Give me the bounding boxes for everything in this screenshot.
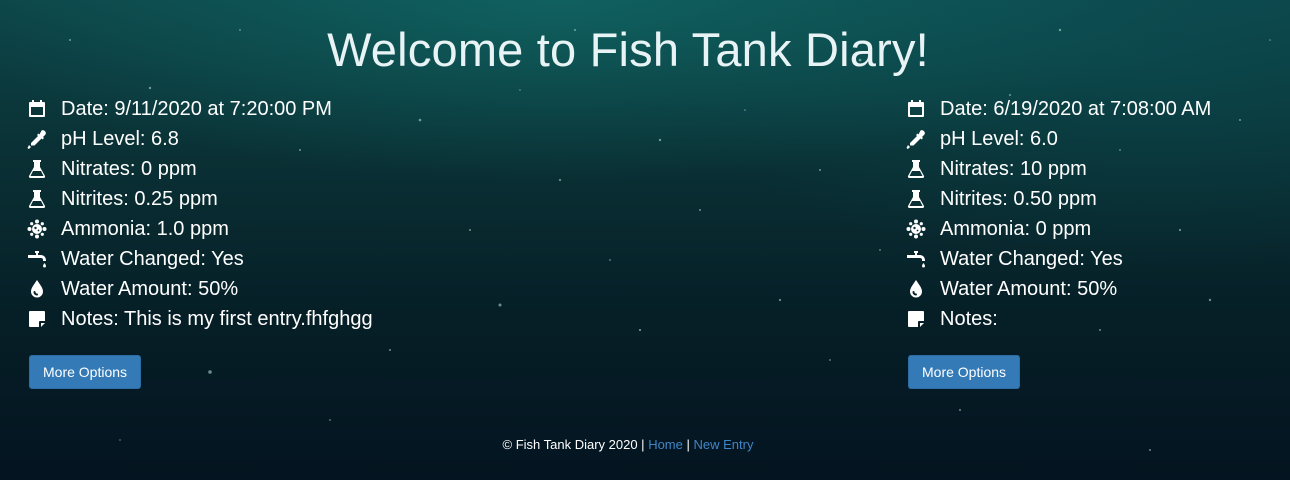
entry-water-changed-row: Water Changed: Yes	[26, 244, 373, 274]
entry-ph: pH Level: 6.0	[940, 127, 1058, 150]
eyedropper-icon	[905, 128, 927, 150]
entry-water-amount-row: Water Amount: 50%	[905, 274, 1211, 304]
footer-new-entry-link[interactable]: New Entry	[694, 437, 754, 452]
sticky-note-icon	[905, 308, 927, 330]
entry-notes: Notes: This is my first entry.fhfghgg	[61, 307, 373, 330]
entry-ph: pH Level: 6.8	[61, 127, 179, 150]
entry-water-changed-row: Water Changed: Yes	[905, 244, 1211, 274]
flask-icon	[905, 188, 927, 210]
flask-icon	[26, 158, 48, 180]
entry-nitrates-row: Nitrates: 0 ppm	[26, 154, 373, 184]
eyedropper-icon	[26, 128, 48, 150]
entry-notes-row: Notes:	[905, 304, 1211, 334]
entry-nitrites-row: Nitrites: 0.25 ppm	[26, 184, 373, 214]
entry-date: Date: 6/19/2020 at 7:08:00 AM	[940, 97, 1212, 120]
entry-notes-row: Notes: This is my first entry.fhfghgg	[26, 304, 373, 334]
entry-ammonia-row: Ammonia: 1.0 ppm	[26, 214, 373, 244]
faucet-icon	[905, 248, 927, 270]
virus-icon	[26, 218, 48, 240]
entry-nitrites: Nitrites: 0.25 ppm	[61, 187, 218, 210]
entry-ammonia: Ammonia: 1.0 ppm	[61, 217, 229, 240]
entry-nitrates: Nitrates: 10 ppm	[940, 157, 1087, 180]
entry-nitrates: Nitrates: 0 ppm	[61, 157, 197, 180]
diary-entry-card: Date: 9/11/2020 at 7:20:00 PM pH Level: …	[26, 94, 373, 389]
entry-water-changed: Water Changed: Yes	[940, 247, 1123, 270]
calendar-icon	[26, 98, 48, 120]
diary-entry-card: Date: 6/19/2020 at 7:08:00 AM pH Level: …	[905, 94, 1211, 389]
entry-ammonia-row: Ammonia: 0 ppm	[905, 214, 1211, 244]
sticky-note-icon	[26, 308, 48, 330]
more-options-button[interactable]: More Options	[908, 355, 1021, 389]
entry-water-amount-row: Water Amount: 50%	[26, 274, 373, 304]
entry-ph-row: pH Level: 6.8	[26, 124, 373, 154]
flask-icon	[26, 188, 48, 210]
entry-water-amount: Water Amount: 50%	[61, 277, 239, 300]
entry-date-row: Date: 9/11/2020 at 7:20:00 PM	[26, 94, 373, 124]
flask-icon	[905, 158, 927, 180]
footer-home-link[interactable]: Home	[648, 437, 683, 452]
entry-notes: Notes:	[940, 307, 998, 330]
virus-icon	[905, 218, 927, 240]
footer: © Fish Tank Diary 2020 | Home | New Entr…	[0, 437, 1256, 452]
entry-date-row: Date: 6/19/2020 at 7:08:00 AM	[905, 94, 1211, 124]
water-drop-icon	[26, 278, 48, 300]
water-drop-icon	[905, 278, 927, 300]
entry-nitrites: Nitrites: 0.50 ppm	[940, 187, 1097, 210]
footer-copyright: © Fish Tank Diary 2020 |	[502, 437, 645, 452]
entry-date: Date: 9/11/2020 at 7:20:00 PM	[61, 97, 332, 120]
entry-nitrites-row: Nitrites: 0.50 ppm	[905, 184, 1211, 214]
more-options-button[interactable]: More Options	[29, 355, 142, 389]
entry-nitrates-row: Nitrates: 10 ppm	[905, 154, 1211, 184]
entry-water-changed: Water Changed: Yes	[61, 247, 244, 270]
entry-ph-row: pH Level: 6.0	[905, 124, 1211, 154]
faucet-icon	[26, 248, 48, 270]
entry-water-amount: Water Amount: 50%	[940, 277, 1118, 300]
footer-separator: |	[686, 437, 690, 452]
calendar-icon	[905, 98, 927, 120]
page-title: Welcome to Fish Tank Diary!	[327, 23, 929, 76]
entry-ammonia: Ammonia: 0 ppm	[940, 217, 1092, 240]
